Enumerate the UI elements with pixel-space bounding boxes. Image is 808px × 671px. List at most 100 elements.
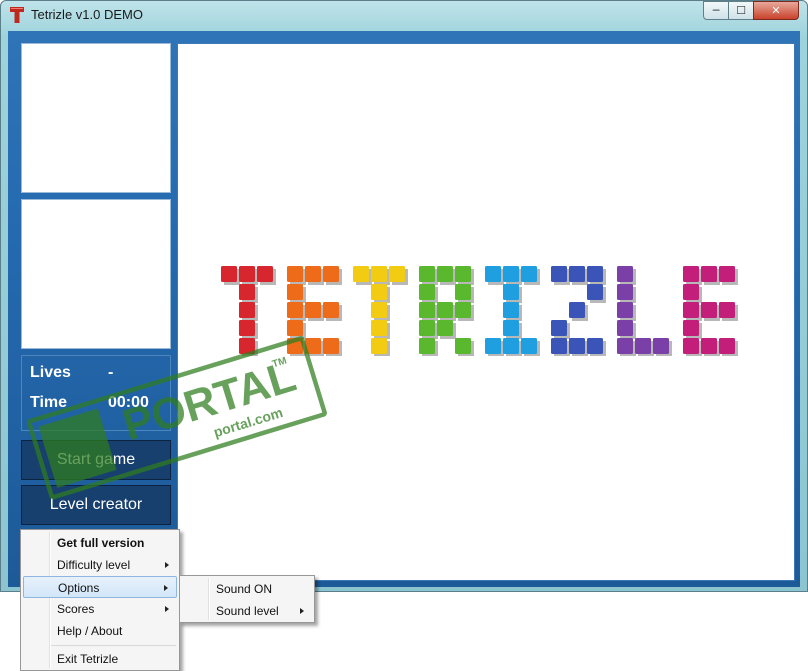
logo-block <box>701 338 717 354</box>
menu-item-help-about[interactable]: Help / About <box>23 620 177 642</box>
logo-block <box>617 338 633 354</box>
start-game-button[interactable]: Start game <box>21 440 171 480</box>
lives-label: Lives <box>30 364 71 381</box>
logo-block <box>419 284 435 300</box>
menu-item-sound-on[interactable]: Sound ON <box>182 578 312 600</box>
menu-item-label: Options <box>58 581 100 595</box>
logo-block <box>287 266 303 282</box>
tetrizle-logo <box>221 266 738 356</box>
logo-block <box>683 302 699 318</box>
logo-block <box>323 266 339 282</box>
logo-block <box>455 266 471 282</box>
logo-block <box>551 338 567 354</box>
menu-item-options[interactable]: Options <box>23 576 177 598</box>
logo-block <box>287 338 303 354</box>
logo-block <box>305 266 321 282</box>
logo-block <box>419 338 435 354</box>
logo-block <box>683 338 699 354</box>
title-bar[interactable]: Tetrizle v1.0 DEMO ─ ☐ ✕ <box>1 1 807 29</box>
logo-block <box>503 302 519 318</box>
logo-block <box>455 302 471 318</box>
logo-block <box>683 284 699 300</box>
logo-block <box>503 284 519 300</box>
logo-block <box>617 266 633 282</box>
submenu-arrow-icon <box>300 608 304 614</box>
logo-block <box>617 284 633 300</box>
submenu-arrow-icon <box>164 585 168 591</box>
logo-block <box>551 320 567 336</box>
maximize-button[interactable]: ☐ <box>728 1 754 20</box>
menu-item-sound-level[interactable]: Sound level <box>182 600 312 622</box>
menu-item-label: Get full version <box>57 536 145 550</box>
game-board[interactable] <box>177 43 795 581</box>
logo-block <box>617 302 633 318</box>
logo-block <box>503 338 519 354</box>
logo-block <box>287 302 303 318</box>
window-title: Tetrizle v1.0 DEMO <box>31 7 143 22</box>
menu-item-get-full-version[interactable]: Get full version <box>23 532 177 554</box>
logo-block <box>617 320 633 336</box>
logo-block <box>323 338 339 354</box>
logo-block <box>551 266 567 282</box>
logo-block <box>353 266 369 282</box>
logo-block <box>419 266 435 282</box>
next-piece-panel <box>21 43 171 193</box>
logo-block <box>437 266 453 282</box>
level-creator-button[interactable]: Level creator <box>21 485 171 525</box>
time-value: 00:00 <box>108 394 149 411</box>
minimize-button[interactable]: ─ <box>703 1 729 20</box>
menu-item-label: Sound ON <box>216 582 273 596</box>
logo-block <box>455 284 471 300</box>
logo-block <box>701 266 717 282</box>
logo-block <box>683 266 699 282</box>
logo-block <box>719 302 735 318</box>
logo-block <box>239 284 255 300</box>
logo-block <box>587 284 603 300</box>
menu-item-difficulty-level[interactable]: Difficulty level <box>23 554 177 576</box>
logo-block <box>521 266 537 282</box>
context-menu: Get full version Difficulty level Option… <box>20 529 180 671</box>
menu-item-label: Sound level <box>216 604 279 618</box>
menu-item-label: Exit Tetrizle <box>57 652 119 666</box>
menu-separator <box>51 645 176 646</box>
logo-block <box>653 338 669 354</box>
options-submenu: Sound ON Sound level <box>179 575 315 623</box>
logo-block <box>239 302 255 318</box>
logo-block <box>503 320 519 336</box>
time-label: Time <box>30 394 68 411</box>
logo-block <box>587 266 603 282</box>
menu-item-label: Help / About <box>57 624 123 638</box>
logo-block <box>371 302 387 318</box>
maximize-icon: ☐ <box>736 4 746 17</box>
menu-item-scores[interactable]: Scores <box>23 598 177 620</box>
logo-block <box>455 338 471 354</box>
game-client-area: Lives - Time 00:00 Start game Level crea… <box>8 31 800 587</box>
logo-block <box>221 266 237 282</box>
logo-block <box>719 266 735 282</box>
submenu-arrow-icon <box>165 606 169 612</box>
logo-block <box>701 302 717 318</box>
logo-block <box>257 266 273 282</box>
secondary-preview-panel <box>21 199 171 349</box>
close-button[interactable]: ✕ <box>753 1 799 20</box>
logo-block <box>719 338 735 354</box>
logo-block <box>437 302 453 318</box>
logo-block <box>569 302 585 318</box>
lives-value: - <box>108 364 114 381</box>
logo-block <box>371 320 387 336</box>
submenu-arrow-icon <box>165 562 169 568</box>
logo-block <box>437 320 453 336</box>
logo-block <box>239 338 255 354</box>
logo-block <box>239 320 255 336</box>
logo-block <box>683 320 699 336</box>
menu-item-exit[interactable]: Exit Tetrizle <box>23 648 177 670</box>
logo-block <box>305 338 321 354</box>
logo-block <box>485 338 501 354</box>
logo-block <box>419 302 435 318</box>
logo-block <box>503 266 519 282</box>
menu-item-label: Scores <box>57 602 95 616</box>
minimize-icon: ─ <box>712 4 720 17</box>
logo-block <box>521 338 537 354</box>
logo-block <box>371 284 387 300</box>
logo-block <box>389 266 405 282</box>
